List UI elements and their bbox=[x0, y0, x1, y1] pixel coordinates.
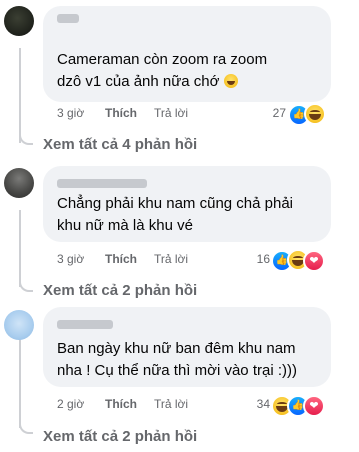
love-reaction-icon[interactable]: ❤ bbox=[303, 250, 325, 272]
haha-reaction-icon[interactable] bbox=[304, 103, 326, 125]
avatar[interactable] bbox=[4, 168, 34, 198]
reaction-count[interactable]: 16 bbox=[240, 252, 270, 266]
like-button[interactable]: Thích bbox=[105, 397, 137, 411]
thread-line bbox=[19, 338, 21, 428]
comment-time[interactable]: 3 giờ bbox=[57, 252, 84, 266]
view-replies-link[interactable]: Xem tất cả 4 phản hồi bbox=[43, 136, 197, 154]
comment-bubble: Cameraman còn zoom ra zoom dzô v1 của ản… bbox=[43, 6, 331, 102]
thread-line bbox=[19, 48, 21, 143]
reply-button[interactable]: Trả lời bbox=[154, 252, 188, 266]
comment-text: Chẳng phải khu nam cũng chả phải khu nữ … bbox=[57, 195, 294, 234]
reaction-count[interactable]: 27 bbox=[256, 106, 286, 120]
reply-button[interactable]: Trả lời bbox=[154, 397, 188, 411]
view-replies-link[interactable]: Xem tất cả 2 phản hồi bbox=[43, 428, 197, 446]
comment-time[interactable]: 3 giờ bbox=[57, 106, 84, 120]
view-replies-link[interactable]: Xem tất cả 2 phản hồi bbox=[43, 282, 197, 300]
comment-bubble: Chẳng phải khu nam cũng chả phải khu nữ … bbox=[43, 166, 331, 242]
reply-connector bbox=[19, 131, 33, 145]
reaction-count[interactable]: 34 bbox=[240, 397, 270, 411]
comment-bubble: Ban ngày khu nữ ban đêm khu nam nha ! Cụ… bbox=[43, 307, 331, 387]
comment-time[interactable]: 2 giờ bbox=[57, 397, 84, 411]
avatar[interactable] bbox=[4, 6, 34, 36]
love-reaction-icon[interactable]: ❤ bbox=[303, 395, 325, 417]
comment-text: Ban ngày khu nữ ban đêm khu nam nha ! Cụ… bbox=[57, 340, 297, 379]
author-name-redacted[interactable] bbox=[57, 14, 79, 23]
reply-button[interactable]: Trả lời bbox=[154, 106, 188, 120]
like-button[interactable]: Thích bbox=[105, 252, 137, 266]
reply-connector bbox=[19, 278, 33, 292]
grinning-emoji-icon bbox=[223, 74, 238, 88]
thread-line bbox=[19, 210, 21, 287]
comment-text: Cameraman còn zoom ra zoom dzô v1 của ản… bbox=[57, 51, 268, 90]
reply-connector bbox=[19, 420, 33, 434]
like-button[interactable]: Thích bbox=[105, 106, 137, 120]
author-name-redacted[interactable] bbox=[57, 320, 113, 329]
avatar[interactable] bbox=[4, 310, 34, 340]
author-name-redacted[interactable] bbox=[57, 179, 147, 188]
